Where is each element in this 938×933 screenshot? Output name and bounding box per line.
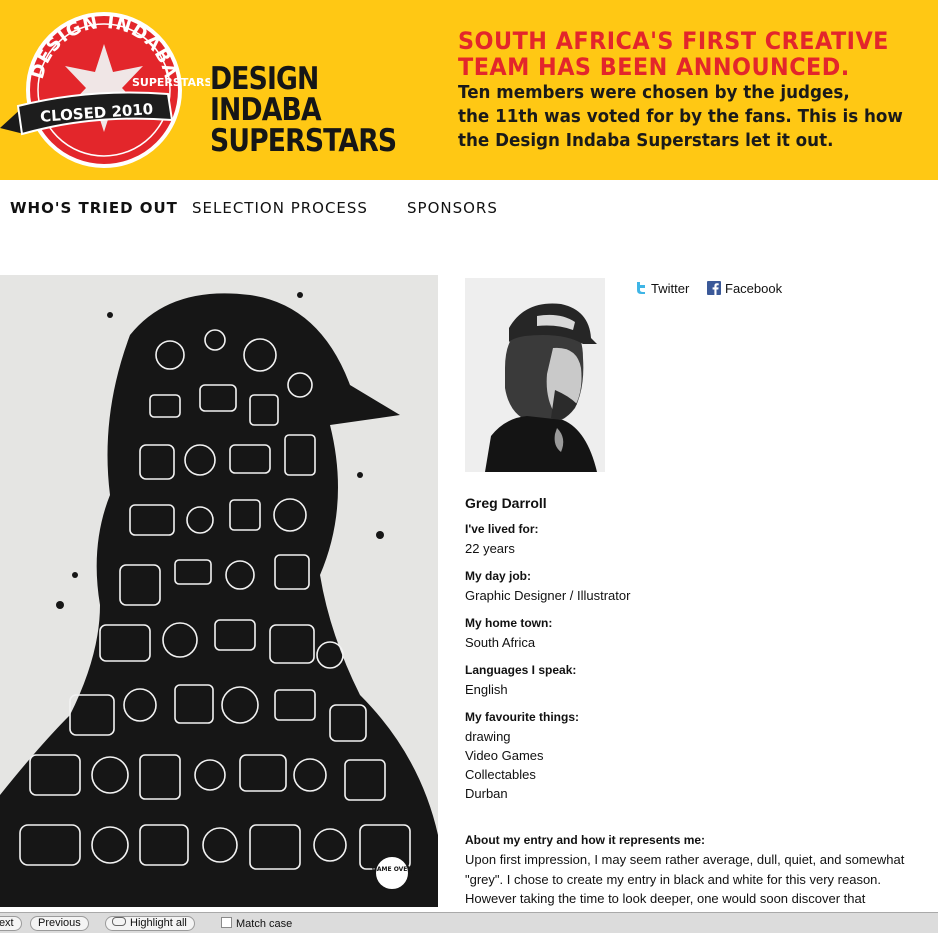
- find-bar: Next Previous Highlight all Match case: [0, 912, 938, 933]
- profile-name: Greg Darroll: [465, 495, 547, 511]
- nav-whos-tried-out[interactable]: WHO'S TRIED OUT: [10, 199, 178, 217]
- field-day-job: My day job: Graphic Designer / Illustrat…: [465, 567, 905, 605]
- favourite-item: drawing: [465, 729, 511, 744]
- field-lived-for: I've lived for: 22 years: [465, 520, 905, 558]
- facebook-link[interactable]: Facebook: [707, 281, 782, 298]
- field-value: English: [465, 682, 508, 697]
- profile-details: Greg Darroll I've lived for: 22 years My…: [465, 494, 905, 918]
- about-label: About my entry and how it represents me:: [465, 833, 706, 847]
- highlight-icon: [112, 917, 126, 926]
- svg-text:SUPERSTARS: SUPERSTARS: [132, 76, 210, 89]
- header-banner: DESIGN INDABA SUPERSTARS CLOSED 2010 DES…: [0, 0, 938, 180]
- favourite-item: Collectables: [465, 767, 536, 782]
- field-label: I've lived for:: [465, 522, 539, 536]
- highlight-all-label: Highlight all: [130, 917, 187, 929]
- field-value: South Africa: [465, 635, 536, 650]
- announcement-headline: SOUTH AFRICA'S FIRST CREATIVE TEAM HAS B…: [458, 28, 938, 153]
- field-label: My favourite things:: [465, 710, 580, 724]
- favourite-item: Durban: [465, 786, 508, 801]
- brand-line-1: DESIGN INDABA: [210, 61, 322, 128]
- about-entry: About my entry and how it represents me:…: [465, 831, 905, 909]
- field-languages: Languages I speak: English: [465, 661, 905, 699]
- highlight-all-button[interactable]: Highlight all: [105, 916, 195, 931]
- twitter-icon: [634, 281, 647, 298]
- field-label: My home town:: [465, 616, 553, 630]
- profile-photo: [465, 278, 605, 472]
- about-text-line: However taking the time to look deeper, …: [465, 891, 866, 906]
- favourite-item: Video Games: [465, 748, 544, 763]
- about-text-line: Upon first impression, I may seem rather…: [465, 852, 905, 867]
- headline-red-line-1: SOUTH AFRICA'S FIRST CREATIVE: [458, 27, 889, 55]
- find-next-button[interactable]: Next: [0, 916, 22, 931]
- nav-sponsors[interactable]: SPONSORS: [407, 199, 498, 217]
- entry-artwork[interactable]: GAME OVER: [0, 275, 438, 907]
- twitter-label: Twitter: [651, 281, 690, 296]
- about-text-line: "grey". I chose to create my entry in bl…: [465, 871, 882, 887]
- headline-sub-line-1: Ten members were chosen by the judges,: [458, 82, 850, 103]
- field-value: Graphic Designer / Illustrator: [465, 588, 631, 603]
- field-favourite-things: My favourite things: drawing Video Games…: [465, 708, 905, 803]
- match-case-label: Match case: [236, 918, 293, 930]
- nav-selection-process[interactable]: SELECTION PROCESS: [192, 199, 368, 217]
- field-label: My day job:: [465, 569, 532, 583]
- brand-wordmark[interactable]: DESIGN INDABA SUPERSTARS: [210, 64, 408, 157]
- find-previous-button[interactable]: Previous: [30, 916, 89, 931]
- doodle-silhouette-illustration: GAME OVER: [0, 275, 438, 907]
- brand-line-2: SUPERSTARS: [210, 123, 397, 159]
- headline-red-line-2: TEAM HAS BEEN ANNOUNCED.: [458, 53, 850, 81]
- twitter-link[interactable]: Twitter: [634, 281, 689, 298]
- field-home-town: My home town: South Africa: [465, 614, 905, 652]
- match-case-checkbox[interactable]: [221, 917, 232, 928]
- design-indaba-seal-logo[interactable]: DESIGN INDABA SUPERSTARS CLOSED 2010: [0, 8, 210, 168]
- facebook-label: Facebook: [725, 281, 783, 296]
- field-value: 22 years: [465, 541, 515, 556]
- facebook-icon: [707, 281, 721, 298]
- svg-text:GAME OVER: GAME OVER: [372, 866, 412, 873]
- field-label: Languages I speak:: [465, 663, 577, 677]
- headline-sub-line-3: the Design Indaba Superstars let it out.: [458, 130, 834, 151]
- headline-sub-line-2: the 11th was voted for by the fans. This…: [458, 106, 903, 127]
